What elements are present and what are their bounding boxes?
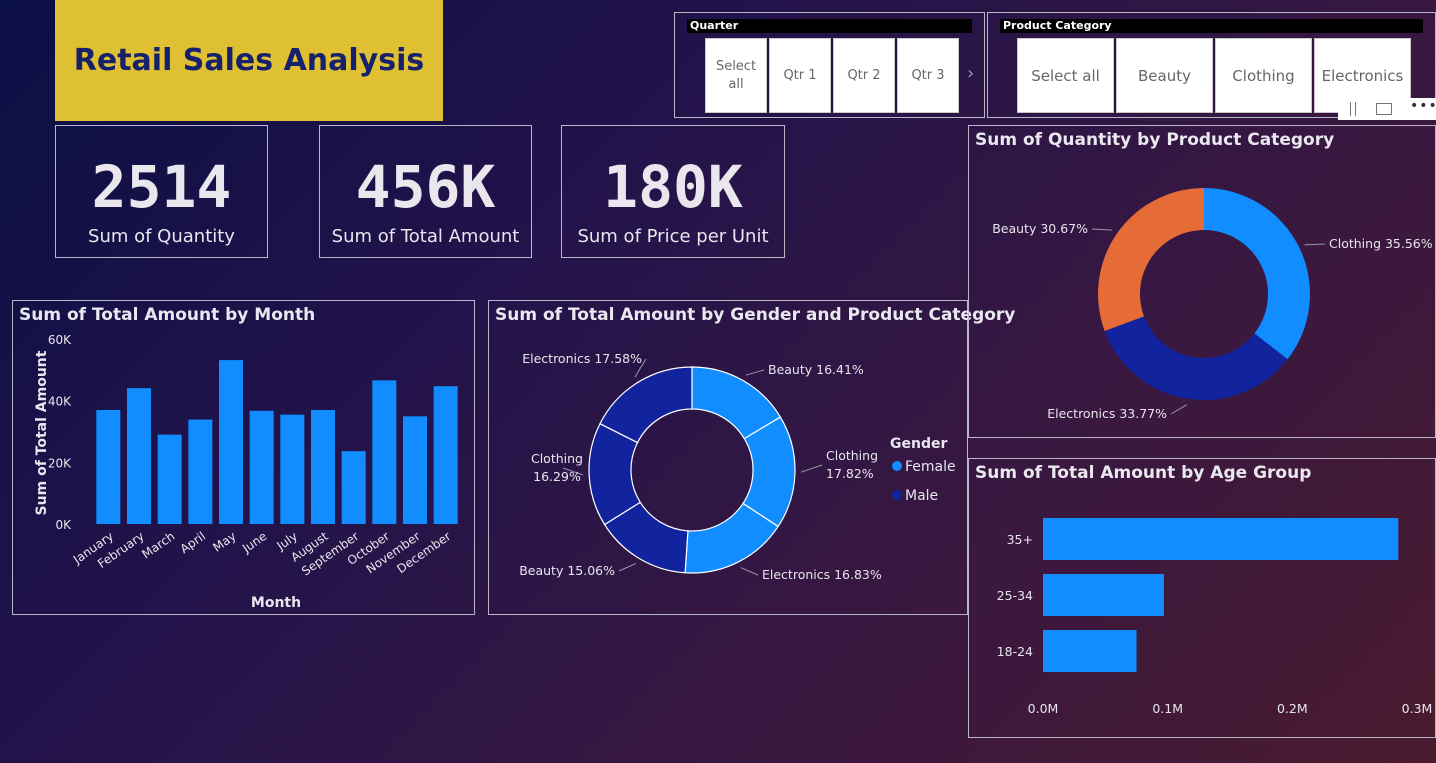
chart-panel-quantity-category: Sum of Quantity by Product Category Clot… [968, 125, 1436, 438]
x-tick-label: April [178, 529, 209, 556]
chart-panel-month: Sum of Total Amount by Month Sum of Tota… [12, 300, 475, 615]
quarter-option-qtr2[interactable]: Qtr 2 [833, 38, 895, 113]
card-label: Sum of Total Amount [331, 226, 520, 247]
x-tick-label: May [210, 529, 238, 555]
y-tick-label: 40K [48, 395, 72, 409]
leader-line [618, 563, 637, 572]
bar[interactable] [96, 409, 121, 524]
y-tick-label: 20K [48, 456, 72, 470]
slice-label: Beauty 30.67% [992, 221, 1088, 236]
more-options-icon[interactable]: ••• [1410, 98, 1436, 114]
bar[interactable] [188, 419, 213, 524]
x-tick-label: June [239, 529, 269, 556]
chevron-right-icon[interactable]: › [967, 63, 974, 84]
bar[interactable] [433, 386, 458, 524]
y-tick-label: 0K [55, 518, 72, 532]
card-label: Sum of Quantity [88, 226, 235, 247]
leader-line [1091, 228, 1113, 231]
slice-label: Beauty 15.06% [519, 563, 615, 578]
bar[interactable] [341, 451, 366, 524]
category-slicer-header: Product Category [1000, 19, 1423, 33]
quarter-slicer-header: Quarter [687, 19, 972, 33]
y-tick-label: 35+ [1007, 532, 1033, 547]
leader-line [800, 464, 823, 473]
y-tick-label: 25-34 [997, 588, 1033, 603]
quantity-donut-chart: Clothing 35.56% Electronics 33.77% Beauty … [992, 188, 1433, 421]
bar[interactable] [311, 410, 335, 524]
leader-line [745, 369, 765, 376]
slice-label: Clothing [826, 448, 878, 463]
month-bar-chart: Sum of Total Amount Month 0K20K40K60KJan… [34, 333, 458, 611]
slice-pct: 16.29% [533, 469, 581, 484]
gender-donut-chart: Gender Female Male Beauty 16.41% Clothing… [519, 351, 956, 582]
y-axis-title: Sum of Total Amount [34, 350, 50, 515]
card-sum-of-price-per-unit: 180K Sum of Price per Unit [561, 125, 785, 258]
donut-slice[interactable] [1204, 188, 1310, 360]
quarter-option-qtr1[interactable]: Qtr 1 [769, 38, 831, 113]
leader-line [740, 567, 759, 576]
x-tick-label: 0.2M [1277, 701, 1308, 716]
bar[interactable] [1043, 518, 1399, 560]
bar[interactable] [1043, 630, 1137, 672]
leader-line [1304, 243, 1326, 246]
slice-label: Clothing 35.56% [1329, 236, 1433, 251]
card-label: Sum of Price per Unit [577, 226, 769, 247]
bar[interactable] [280, 414, 305, 524]
slice-label: Electronics 33.77% [1047, 406, 1167, 421]
visual-header-toolbar: ••• [1338, 98, 1436, 120]
bar[interactable] [157, 434, 182, 524]
bar[interactable] [1043, 574, 1164, 616]
x-tick-label: 0.3M [1402, 701, 1433, 716]
legend-label-male[interactable]: Male [905, 488, 938, 504]
legend-title: Gender [890, 436, 947, 452]
card-value: 456K [355, 153, 496, 221]
category-option-clothing[interactable]: Clothing [1215, 38, 1312, 113]
card-sum-of-quantity: 2514 Sum of Quantity [55, 125, 268, 258]
donut-slice[interactable] [599, 366, 693, 444]
x-tick-label: 0.0M [1028, 701, 1059, 716]
bar[interactable] [372, 380, 397, 524]
x-axis-title: Month [251, 595, 301, 611]
legend-swatch-male [892, 490, 902, 500]
age-group-bar-chart: 35+ 25-34 18-24 0.0M 0.1M 0.2M 0.3M [997, 518, 1433, 716]
focus-mode-icon[interactable] [1376, 103, 1392, 115]
slice-label: Beauty 16.41% [768, 362, 864, 377]
chart-panel-age-group: Sum of Total Amount by Age Group 35+ 25-3… [968, 458, 1436, 738]
x-tick-label: March [139, 529, 177, 561]
leader-line [1170, 404, 1188, 415]
slice-pct: 17.82% [826, 466, 874, 481]
filter-icon[interactable] [1350, 102, 1356, 116]
x-tick-label: 0.1M [1152, 701, 1183, 716]
report-title-banner: Retail Sales Analysis [55, 0, 443, 121]
quarter-option-qtr3[interactable]: Qtr 3 [897, 38, 959, 113]
bar[interactable] [127, 388, 151, 524]
quarter-slicer[interactable]: Quarter Select all Qtr 1 Qtr 2 Qtr 3 › [674, 12, 985, 118]
legend-label-female[interactable]: Female [905, 459, 956, 475]
legend-swatch-female [892, 461, 902, 471]
bar[interactable] [249, 410, 274, 524]
slice-label: Electronics 17.58% [522, 351, 642, 366]
y-tick-label: 18-24 [997, 644, 1033, 659]
card-value: 2514 [91, 153, 232, 221]
category-option-beauty[interactable]: Beauty [1116, 38, 1213, 113]
chart-panel-gender-category: Sum of Total Amount by Gender and Produc… [488, 300, 1015, 615]
category-option-select-all[interactable]: Select all [1017, 38, 1114, 113]
slice-label: Clothing [531, 451, 583, 466]
quarter-option-select-all[interactable]: Select all [705, 38, 767, 113]
y-tick-label: 60K [48, 333, 72, 347]
card-sum-of-total-amount: 456K Sum of Total Amount [319, 125, 532, 258]
bar[interactable] [219, 360, 243, 524]
report-title: Retail Sales Analysis [73, 43, 425, 78]
card-value: 180K [603, 153, 743, 221]
donut-slice[interactable] [1098, 188, 1204, 331]
slice-label: Electronics 16.83% [762, 567, 882, 582]
bar[interactable] [403, 416, 427, 524]
